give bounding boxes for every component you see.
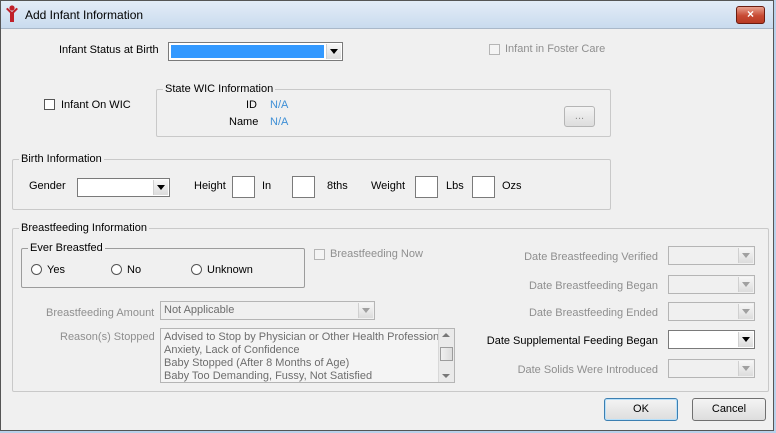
weight-lbs-input[interactable]	[415, 176, 438, 198]
infant-status-select[interactable]	[168, 42, 343, 61]
weight-ozs-input[interactable]	[472, 176, 495, 198]
date-supplemental-picker[interactable]	[668, 330, 755, 349]
wic-browse-button[interactable]: ...	[564, 106, 595, 127]
weight-label: Weight	[371, 180, 406, 192]
infant-status-label: Infant Status at Birth	[59, 44, 159, 56]
date-ended-label: Date Breastfeeding Ended	[528, 307, 658, 319]
reasons-scrollbar[interactable]	[438, 329, 454, 382]
chevron-down-icon[interactable]	[738, 361, 753, 376]
date-began-label: Date Breastfeeding Began	[528, 280, 658, 292]
infant-on-wic-label: Infant On WIC	[61, 99, 131, 111]
gender-label: Gender	[29, 180, 66, 192]
cancel-button[interactable]: Cancel	[692, 398, 766, 421]
wic-id-value: N/A	[270, 99, 289, 111]
chevron-down-icon[interactable]	[738, 304, 753, 319]
wic-name-value: N/A	[270, 116, 289, 128]
chevron-down-icon[interactable]	[738, 332, 753, 347]
date-verified-label: Date Breastfeeding Verified	[524, 251, 658, 263]
list-item[interactable]: Advised to Stop by Physician or Other He…	[164, 331, 448, 343]
window-title: Add Infant Information	[25, 8, 144, 22]
inches-unit-label: In	[262, 180, 272, 192]
lbs-unit-label: Lbs	[446, 180, 464, 192]
app-logo-icon	[6, 5, 18, 22]
breastfeeding-now-checkbox[interactable]	[314, 249, 325, 260]
breastfeeding-amount-value: Not Applicable	[164, 304, 235, 316]
state-wic-group: State WIC Information ID N/A Name N/A ..…	[156, 83, 611, 137]
height-inches-input[interactable]	[232, 176, 255, 198]
eighths-unit-label: 8ths	[327, 180, 348, 192]
radio-unknown[interactable]	[191, 264, 202, 275]
height-label: Height	[194, 180, 226, 192]
date-supplemental-label: Date Supplemental Feeding Began	[486, 335, 658, 347]
date-began-picker[interactable]	[668, 275, 755, 294]
ozs-unit-label: Ozs	[502, 180, 522, 192]
chevron-down-icon[interactable]	[358, 303, 373, 318]
title-bar: Add Infant Information ×	[1, 1, 773, 29]
ever-breastfed-group: Ever Breastfed Yes No Unknown	[21, 242, 305, 288]
breastfeeding-group: Breastfeeding Information Ever Breastfed…	[12, 222, 769, 392]
gender-select[interactable]	[77, 178, 170, 197]
breastfeeding-now-label: Breastfeeding Now	[330, 248, 423, 260]
reasons-stopped-label: Reason(s) Stopped	[60, 331, 155, 343]
radio-unknown-label: Unknown	[207, 264, 253, 276]
ok-button[interactable]: OK	[604, 398, 678, 421]
breastfeeding-legend: Breastfeeding Information	[19, 222, 149, 234]
scroll-down-icon[interactable]	[442, 374, 450, 378]
chevron-down-icon[interactable]	[153, 180, 168, 195]
chevron-down-icon[interactable]	[738, 277, 753, 292]
wic-name-label: Name	[229, 116, 259, 128]
chevron-down-icon[interactable]	[326, 44, 341, 59]
date-solids-picker[interactable]	[668, 359, 755, 378]
dialog-body: Infant Status at Birth Infant in Foster …	[5, 29, 769, 426]
add-infant-dialog: Add Infant Information × Infant Status a…	[0, 0, 774, 431]
foster-care-checkbox[interactable]	[489, 44, 500, 55]
list-item[interactable]: Baby Stopped (After 8 Months of Age)	[164, 357, 349, 369]
radio-yes[interactable]	[31, 264, 42, 275]
breastfeeding-amount-select[interactable]: Not Applicable	[160, 301, 375, 320]
list-item[interactable]: Anxiety, Lack of Confidence	[164, 344, 300, 356]
scroll-thumb[interactable]	[440, 347, 453, 361]
list-item[interactable]: Baby Too Demanding, Fussy, Not Satisfied	[164, 370, 372, 382]
birth-info-legend: Birth Information	[19, 153, 104, 165]
infant-on-wic-checkbox[interactable]	[44, 99, 55, 110]
selected-highlight	[171, 45, 324, 58]
date-verified-picker[interactable]	[668, 246, 755, 265]
chevron-down-icon[interactable]	[738, 248, 753, 263]
scroll-up-icon[interactable]	[442, 333, 450, 337]
radio-no-label: No	[127, 264, 142, 276]
foster-care-label: Infant in Foster Care	[505, 43, 606, 55]
radio-yes-label: Yes	[47, 264, 65, 276]
birth-info-group: Birth Information Gender Height In 8ths …	[12, 153, 611, 210]
state-wic-legend: State WIC Information	[163, 83, 276, 95]
breastfeeding-amount-label: Breastfeeding Amount	[46, 307, 155, 319]
ever-breastfed-legend: Ever Breastfed	[28, 242, 105, 254]
reasons-stopped-list[interactable]: Advised to Stop by Physician or Other He…	[160, 328, 455, 383]
wic-id-label: ID	[246, 99, 257, 111]
close-button[interactable]: ×	[736, 6, 765, 24]
date-ended-picker[interactable]	[668, 302, 755, 321]
height-eighths-input[interactable]	[292, 176, 315, 198]
radio-no[interactable]	[111, 264, 122, 275]
date-solids-label: Date Solids Were Introduced	[517, 364, 658, 376]
